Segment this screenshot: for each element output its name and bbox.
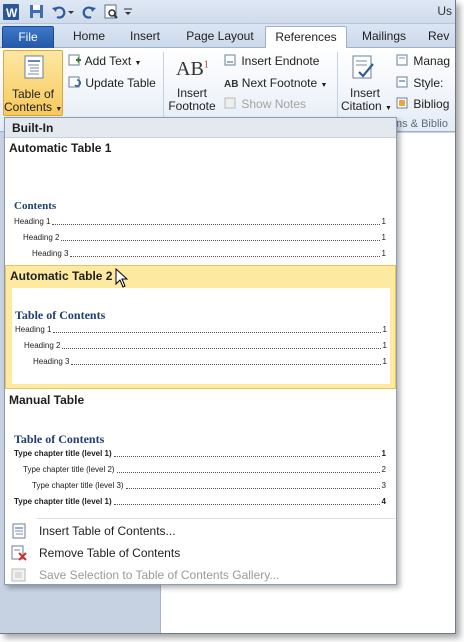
add-text-label: Add Text	[84, 54, 132, 68]
tab-file[interactable]: File	[2, 26, 54, 48]
customize-toolbar-icon[interactable]	[122, 3, 134, 20]
bibliography-label: Bibliog	[413, 97, 450, 111]
undo-icon[interactable]	[50, 3, 67, 20]
toc-preview-line: Type chapter title (level 3) 3	[32, 481, 386, 490]
toc-preview-line: Type chapter title (level 1) 4	[14, 497, 386, 506]
toc-preview-line: Heading 11	[14, 217, 386, 226]
toc-preview-line: Heading 11	[15, 325, 387, 334]
toc-preview: Table of Contents Type chapter title (le…	[11, 412, 389, 512]
style-icon	[396, 76, 410, 88]
toc-preview: Table of Contents Heading 11 Heading 21 …	[12, 288, 390, 384]
built-in-section-header: Built-In	[5, 118, 396, 138]
toc-preview-line: Type chapter title (level 1) 1	[14, 449, 386, 458]
next-footnote-button[interactable]: AB Next Footnote ▼	[224, 76, 327, 90]
tab-mailings[interactable]: Mailings	[352, 26, 416, 48]
tab-review[interactable]: Rev	[428, 26, 455, 48]
chevron-down-icon: ▼	[55, 106, 63, 113]
gallery-item-manual-table[interactable]: Manual Table Table of Contents Type chap…	[5, 390, 396, 515]
citations-group-label: ns & Biblio	[396, 118, 448, 130]
style-label: Style:	[413, 76, 444, 90]
table-of-contents-menu: Built-In Automatic Table 1 Contents Head…	[4, 117, 397, 585]
footnote-icon: AB1	[176, 58, 209, 80]
chevron-down-icon: ▼	[385, 105, 392, 112]
gallery-item-title: Automatic Table 1	[9, 141, 112, 155]
insert-footnote-button[interactable]: AB1 Insert Footnote	[168, 50, 216, 116]
svg-text:W: W	[6, 6, 18, 20]
toc-preview-line: Heading 31	[32, 249, 386, 258]
toc-preview-heading: Contents	[14, 200, 57, 212]
save-to-gallery-label: Save Selection to Table of Contents Gall…	[39, 568, 280, 582]
word-app-icon[interactable]: W	[2, 3, 19, 20]
endnote-icon	[224, 54, 238, 66]
chevron-down-icon: ▼	[134, 60, 142, 67]
menu-separator	[37, 518, 395, 519]
quick-access-toolbar: W Us	[0, 0, 455, 24]
manage-sources-button[interactable]: Manag	[396, 54, 450, 68]
toc-preview-line: Heading 21	[23, 233, 386, 242]
next-footnote-icon: AB	[224, 79, 239, 90]
gallery-item-title: Manual Table	[9, 393, 85, 407]
manage-sources-label: Manag	[413, 54, 451, 68]
undo-dropdown-icon[interactable]	[67, 3, 75, 20]
update-table-button[interactable]: Update Table	[68, 76, 156, 90]
redo-icon[interactable]	[80, 3, 97, 20]
insert-toc-icon	[11, 523, 27, 539]
manage-sources-icon	[396, 54, 410, 66]
table-of-contents-label-line2: Contents	[4, 100, 53, 114]
chevron-down-icon: ▼	[320, 82, 328, 89]
show-notes-icon	[224, 97, 238, 109]
window-title: Us	[437, 4, 452, 18]
toc-preview-line: Heading 21	[24, 341, 387, 350]
insert-endnote-button[interactable]: Insert Endnote	[224, 54, 319, 68]
table-of-contents-button[interactable]: Table of Contents ▼	[3, 50, 63, 116]
toc-preview-heading: Table of Contents	[15, 308, 106, 322]
next-footnote-label: Next Footnote	[241, 76, 318, 90]
citation-icon	[351, 54, 377, 85]
ribbon-tabs: File Home Insert Page Layout References …	[0, 24, 455, 49]
toc-preview-line: Heading 31	[33, 357, 387, 366]
remove-table-of-contents-command[interactable]: Remove Table of Contents	[5, 542, 396, 564]
tab-references[interactable]: References	[265, 26, 347, 49]
remove-toc-icon	[11, 545, 27, 561]
table-of-contents-icon	[24, 55, 44, 82]
show-notes-button[interactable]: Show Notes	[224, 97, 306, 111]
update-table-label: Update Table	[85, 76, 156, 90]
tab-page-layout[interactable]: Page Layout	[180, 26, 260, 48]
remove-toc-label: Remove Table of Contents	[39, 546, 181, 560]
add-text-button[interactable]: Add Text ▼	[68, 54, 141, 68]
toc-preview-line: Type chapter title (level 2) 2	[23, 465, 386, 474]
group-divider	[163, 52, 164, 124]
group-divider	[337, 52, 338, 124]
style-selector[interactable]: Style:	[396, 76, 443, 90]
tab-home[interactable]: Home	[66, 26, 112, 48]
print-preview-icon[interactable]	[102, 3, 119, 20]
show-notes-label: Show Notes	[241, 97, 307, 111]
save-selection-to-gallery-command[interactable]: Save Selection to Table of Contents Gall…	[5, 564, 396, 586]
toc-preview: Contents Heading 11 Heading 21 Heading 3…	[11, 162, 389, 260]
tab-insert[interactable]: Insert	[122, 26, 168, 48]
bibliography-button[interactable]: Bibliog	[396, 97, 449, 111]
insert-table-of-contents-command[interactable]: Insert Table of Contents...	[5, 520, 396, 542]
insert-footnote-label-line2: Footnote	[168, 99, 216, 113]
insert-endnote-label: Insert Endnote	[241, 54, 320, 68]
mouse-cursor-icon	[115, 267, 129, 288]
insert-toc-label: Insert Table of Contents...	[39, 524, 176, 538]
update-table-icon	[68, 76, 82, 88]
gallery-item-automatic-table-2[interactable]: Automatic Table 2 Table of Contents Head…	[5, 265, 396, 389]
save-icon[interactable]	[28, 3, 45, 20]
bibliography-icon	[396, 97, 410, 109]
gallery-item-title: Automatic Table 2	[10, 269, 113, 283]
insert-citation-button[interactable]: Insert Citation ▼	[341, 50, 392, 116]
toc-preview-heading: Table of Contents	[14, 432, 105, 446]
insert-citation-label-line2: Citation	[341, 99, 382, 113]
save-to-gallery-icon	[11, 567, 27, 583]
add-text-icon	[68, 54, 82, 66]
gallery-item-automatic-table-1[interactable]: Automatic Table 1 Contents Heading 11 He…	[5, 138, 396, 264]
